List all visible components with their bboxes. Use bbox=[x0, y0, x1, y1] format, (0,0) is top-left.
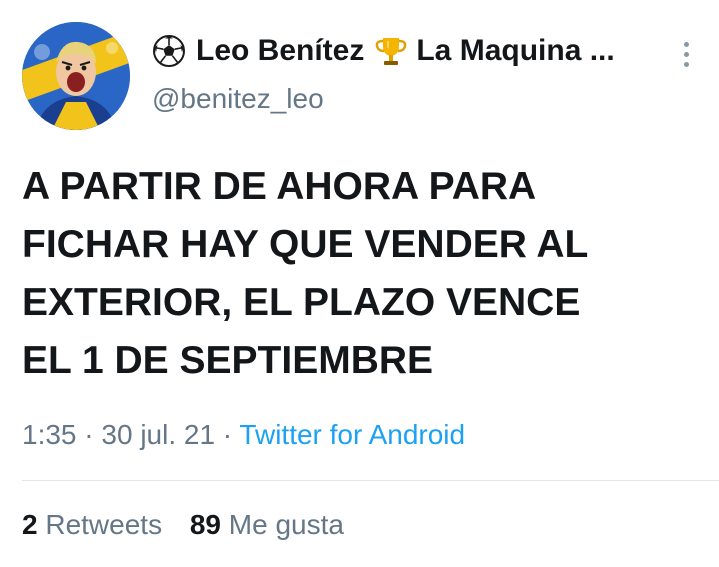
tweet-text-line: A PARTIR DE AHORA PARA bbox=[22, 165, 537, 208]
retweets-stat[interactable]: 2 Retweets bbox=[22, 509, 170, 540]
author-names: Leo Benítez La Maquina ... @benitez_leo bbox=[152, 32, 672, 116]
tweet-header: Leo Benítez La Maquina ... @benitez_leo bbox=[22, 22, 702, 132]
likes-count: 89 bbox=[189, 509, 222, 540]
meta-separator: · bbox=[215, 419, 240, 450]
divider bbox=[22, 480, 719, 481]
likes-label: Me gusta bbox=[228, 509, 344, 540]
tweet-date[interactable]: 30 jul. 21 bbox=[101, 419, 215, 450]
display-name-text: Leo Benítez bbox=[196, 34, 365, 67]
avatar-illustration bbox=[22, 22, 130, 130]
tweet-meta: 1:35 · 30 jul. 21 · Twitter for Android bbox=[22, 418, 465, 452]
display-name[interactable]: Leo Benítez La Maquina ... bbox=[152, 32, 672, 70]
more-options-icon[interactable] bbox=[680, 42, 692, 72]
author-handle[interactable]: @benitez_leo bbox=[152, 82, 672, 116]
tweet-text-line: EL 1 DE SEPTIEMBRE bbox=[22, 339, 434, 382]
meta-separator: · bbox=[76, 419, 102, 450]
likes-stat[interactable]: 89 Me gusta bbox=[190, 509, 344, 540]
soccer-ball-icon bbox=[152, 34, 186, 68]
tweet-text: A PARTIR DE AHORA PARA FICHAR HAY QUE VE… bbox=[22, 158, 702, 390]
retweets-label: Retweets bbox=[45, 509, 163, 540]
trophy-icon bbox=[374, 34, 408, 68]
retweets-count: 2 bbox=[22, 509, 38, 540]
tweet: Leo Benítez La Maquina ... @benitez_leo bbox=[0, 0, 719, 567]
tweet-time[interactable]: 1:35 bbox=[22, 419, 77, 450]
tweet-text-line: FICHAR HAY QUE VENDER AL bbox=[22, 223, 589, 266]
display-name-suffix: La Maquina ... bbox=[416, 34, 615, 67]
tweet-text-line: EXTERIOR, EL PLAZO VENCE bbox=[22, 281, 581, 324]
tweet-stats: 2 Retweets 89 Me gusta bbox=[22, 508, 364, 542]
tweet-source-link[interactable]: Twitter for Android bbox=[239, 419, 465, 450]
avatar[interactable] bbox=[22, 22, 130, 130]
